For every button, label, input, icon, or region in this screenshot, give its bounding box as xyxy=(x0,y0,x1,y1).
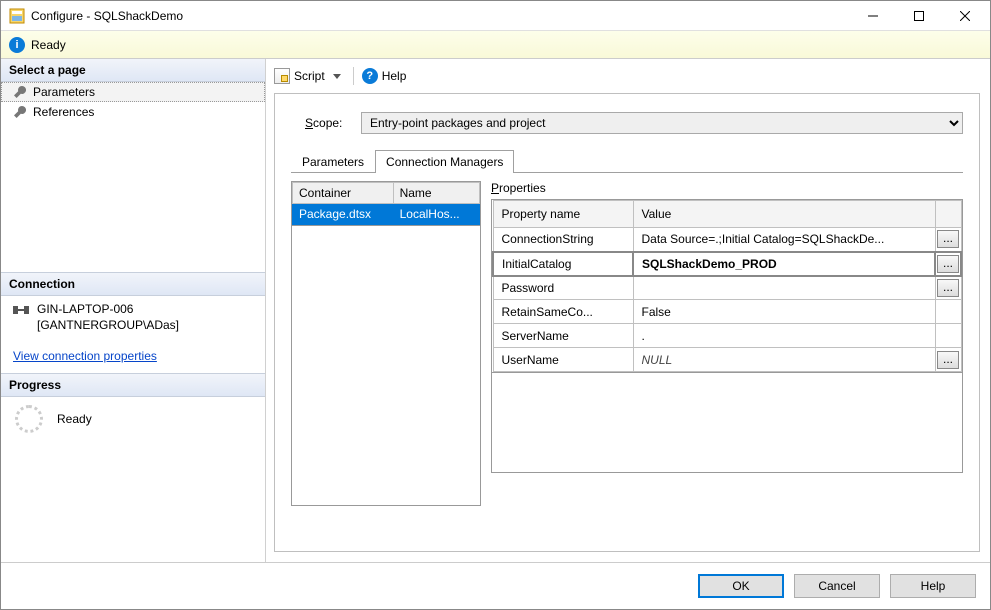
grid-fill xyxy=(291,226,481,506)
help-button[interactable]: Help xyxy=(890,574,976,598)
ok-button[interactable]: OK xyxy=(698,574,784,598)
app-icon xyxy=(9,8,25,24)
connection-host: GIN-LAPTOP-006 xyxy=(37,302,179,318)
status-banner: i Ready xyxy=(1,31,990,59)
property-name: ConnectionString xyxy=(493,228,633,252)
progress-header: Progress xyxy=(1,373,265,397)
wrench-icon xyxy=(13,105,27,119)
property-row[interactable]: RetainSameCo...False xyxy=(493,300,961,324)
cancel-button[interactable]: Cancel xyxy=(794,574,880,598)
property-value[interactable]: Data Source=.;Initial Catalog=SQLShackDe… xyxy=(633,228,935,252)
page-item-parameters[interactable]: Parameters xyxy=(1,82,265,102)
property-name: RetainSameCo... xyxy=(493,300,633,324)
property-action-cell: ... xyxy=(935,228,961,252)
ellipsis-button[interactable]: ... xyxy=(937,255,959,273)
tab-connection-managers[interactable]: Connection Managers xyxy=(375,150,514,173)
property-name: UserName xyxy=(493,348,633,372)
progress-row: Ready xyxy=(1,397,265,441)
wrench-icon xyxy=(13,85,27,99)
scope-row: Scope: Entry-point packages and project xyxy=(291,112,963,134)
ellipsis-button[interactable]: ... xyxy=(937,230,959,248)
tab-body: Container Name Package.dtsx LocalHos... xyxy=(291,173,963,506)
status-text: Ready xyxy=(31,38,66,52)
script-dropdown-icon[interactable] xyxy=(333,74,341,79)
close-button[interactable] xyxy=(942,2,988,30)
help-button[interactable]: Help xyxy=(382,69,407,83)
property-name: InitialCatalog xyxy=(493,252,633,276)
toolbar-separator xyxy=(353,67,354,85)
connection-info: GIN-LAPTOP-006 [GANTNERGROUP\ADas] xyxy=(1,296,265,335)
col-property-value[interactable]: Value xyxy=(633,201,935,228)
maximize-button[interactable] xyxy=(896,2,942,30)
property-name: ServerName xyxy=(493,324,633,348)
property-row[interactable]: InitialCatalogSQLShackDemo_PROD... xyxy=(493,252,961,276)
content-box: Scope: Entry-point packages and project … xyxy=(274,93,980,552)
property-action-cell: ... xyxy=(935,276,961,300)
tab-parameters[interactable]: Parameters xyxy=(291,150,375,173)
cell-container: Package.dtsx xyxy=(293,204,394,225)
col-container[interactable]: Container xyxy=(293,183,394,204)
left-panel: Select a page Parameters References Conn… xyxy=(1,59,266,562)
cell-name: LocalHos... xyxy=(393,204,479,225)
property-value[interactable]: . xyxy=(633,324,935,348)
property-value[interactable]: NULL xyxy=(633,348,935,372)
footer: OK Cancel Help xyxy=(1,563,990,609)
spinner-icon xyxy=(15,405,43,433)
main-split: Select a page Parameters References Conn… xyxy=(1,59,990,563)
connection-row[interactable]: Package.dtsx LocalHos... xyxy=(293,204,480,225)
script-icon xyxy=(274,68,290,84)
script-button[interactable]: Script xyxy=(294,69,325,83)
scope-label: Scope: xyxy=(305,116,351,130)
property-value[interactable] xyxy=(633,276,935,300)
col-action xyxy=(935,201,961,228)
progress-text: Ready xyxy=(57,412,92,426)
help-icon: ? xyxy=(362,68,378,84)
col-name[interactable]: Name xyxy=(393,183,479,204)
select-page-header: Select a page xyxy=(1,59,265,82)
connection-header: Connection xyxy=(1,272,265,296)
page-label: References xyxy=(33,105,94,119)
window-title: Configure - SQLShackDemo xyxy=(31,9,850,23)
connection-managers-grid: Container Name Package.dtsx LocalHos... xyxy=(291,181,481,506)
property-value[interactable]: SQLShackDemo_PROD xyxy=(633,252,935,276)
properties-label: Properties xyxy=(491,181,963,195)
tabs: Parameters Connection Managers xyxy=(291,150,963,173)
property-row[interactable]: Password... xyxy=(493,276,961,300)
property-name: Password xyxy=(493,276,633,300)
server-icon xyxy=(13,304,29,318)
page-label: Parameters xyxy=(33,85,95,99)
property-row[interactable]: ConnectionStringData Source=.;Initial Ca… xyxy=(493,228,961,252)
property-value[interactable]: False xyxy=(633,300,935,324)
property-row[interactable]: ServerName. xyxy=(493,324,961,348)
window-controls xyxy=(850,2,988,30)
ellipsis-button[interactable]: ... xyxy=(937,279,959,297)
connection-user: [GANTNERGROUP\ADas] xyxy=(37,318,179,334)
ellipsis-button[interactable]: ... xyxy=(937,351,959,369)
properties-column: Properties Property name Value Connectio… xyxy=(491,181,963,506)
scope-select[interactable]: Entry-point packages and project xyxy=(361,112,963,134)
property-action-cell: ... xyxy=(935,252,961,276)
view-connection-properties-link[interactable]: View connection properties xyxy=(1,335,265,373)
property-action-cell xyxy=(935,324,961,348)
info-icon: i xyxy=(9,37,25,53)
minimize-button[interactable] xyxy=(850,2,896,30)
property-action-cell: ... xyxy=(935,348,961,372)
page-item-references[interactable]: References xyxy=(1,102,265,122)
property-row[interactable]: UserNameNULL... xyxy=(493,348,961,372)
properties-fill xyxy=(491,373,963,473)
col-property-name[interactable]: Property name xyxy=(493,201,633,228)
toolbar: Script ? Help xyxy=(274,65,980,93)
property-action-cell xyxy=(935,300,961,324)
titlebar: Configure - SQLShackDemo xyxy=(1,1,990,31)
right-panel: Script ? Help Scope: Entry-point package… xyxy=(266,59,990,562)
